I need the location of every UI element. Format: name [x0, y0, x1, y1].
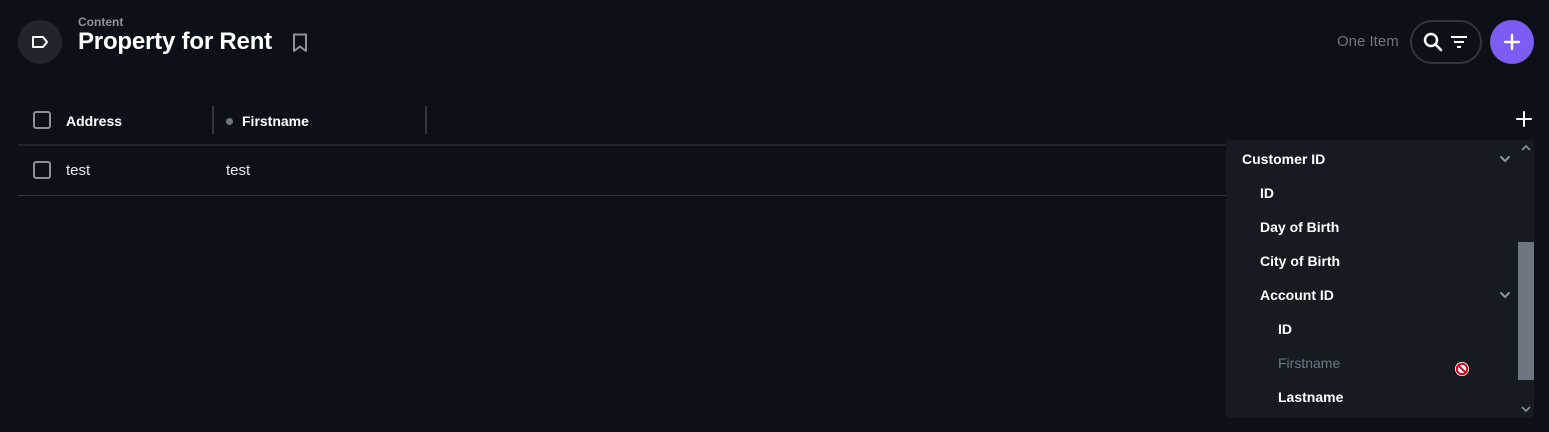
field-option-account-id-id[interactable]: ID: [1278, 321, 1292, 337]
field-option-account-id[interactable]: Account ID: [1260, 287, 1334, 303]
scroll-down-arrow-icon[interactable]: [1521, 405, 1531, 413]
search-icon[interactable]: [1423, 32, 1443, 52]
collection-tag-icon: [32, 36, 48, 48]
sort-indicator-dot: [226, 118, 233, 125]
cell-firstname: test: [226, 162, 251, 179]
chevron-down-icon[interactable]: [1498, 288, 1512, 302]
column-header-address[interactable]: Address: [66, 113, 122, 129]
field-option-day-of-birth[interactable]: Day of Birth: [1260, 219, 1339, 235]
chevron-down-icon[interactable]: [1498, 152, 1512, 166]
filter-icon[interactable]: [1449, 32, 1469, 52]
scroll-up-arrow-icon[interactable]: [1521, 144, 1531, 152]
add-column-icon[interactable]: [1514, 109, 1534, 129]
field-option-customer-id[interactable]: Customer ID: [1242, 151, 1325, 167]
table-header: Address Firstname: [18, 96, 1534, 146]
breadcrumb: Content: [78, 15, 124, 29]
plus-icon: [1503, 33, 1521, 51]
cell-address: test: [66, 162, 91, 179]
page: Content Property for Rent One Item Addre…: [0, 0, 1549, 432]
create-item-button[interactable]: [1490, 20, 1534, 64]
row-checkbox[interactable]: [33, 161, 51, 179]
field-option-id[interactable]: ID: [1260, 185, 1274, 201]
page-title: Property for Rent: [78, 28, 272, 55]
field-picker-dropdown: Customer ID ID Day of Birth City of Birt…: [1226, 140, 1534, 418]
not-allowed-icon: [1455, 362, 1469, 376]
column-resize-handle[interactable]: [212, 106, 214, 134]
bookmark-icon[interactable]: [291, 33, 309, 53]
scrollbar-thumb[interactable]: [1518, 242, 1534, 380]
column-resize-handle[interactable]: [425, 106, 427, 134]
column-header-firstname[interactable]: Firstname: [242, 113, 309, 129]
select-all-checkbox[interactable]: [33, 111, 51, 129]
field-option-city-of-birth[interactable]: City of Birth: [1260, 253, 1340, 269]
item-count: One Item: [1337, 33, 1399, 50]
field-option-account-lastname[interactable]: Lastname: [1278, 389, 1343, 405]
collection-nav-button[interactable]: [18, 20, 62, 64]
field-option-account-firstname: Firstname: [1278, 355, 1341, 371]
search-filter-toggle[interactable]: [1410, 20, 1482, 64]
